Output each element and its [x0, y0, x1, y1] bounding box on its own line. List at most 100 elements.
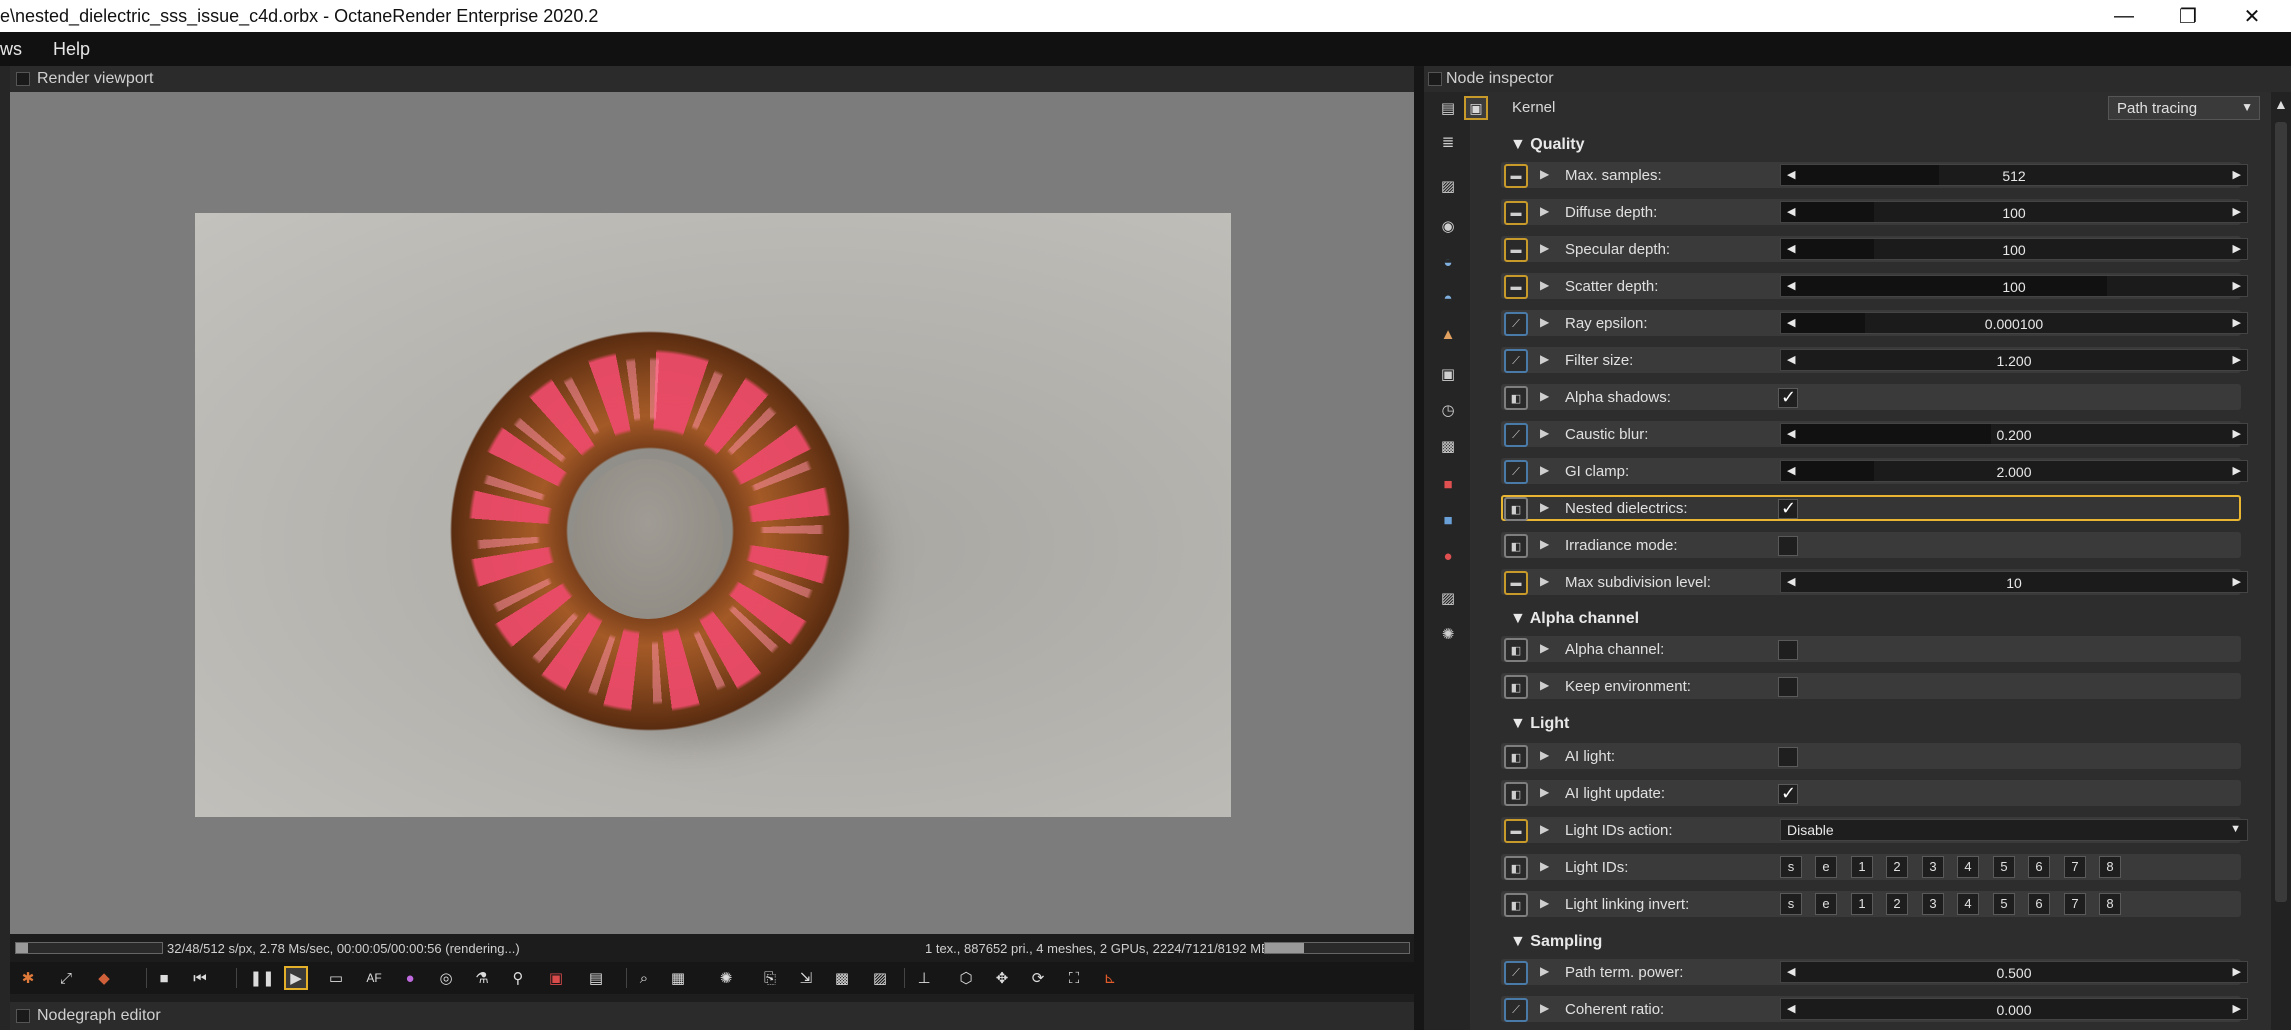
- copy-icon[interactable]: ⎘: [758, 966, 782, 990]
- link-5-button[interactable]: 5: [1993, 893, 2015, 915]
- af-icon[interactable]: AF: [362, 966, 386, 990]
- light-id-s-button[interactable]: s: [1780, 856, 1802, 878]
- float-param-icon[interactable]: ⟋: [1504, 998, 1528, 1022]
- imager-icon[interactable]: ◓: [1438, 288, 1458, 308]
- section-quality[interactable]: ▼ Quality: [1510, 136, 1585, 154]
- minimize-button[interactable]: —: [2092, 0, 2156, 32]
- region-icon[interactable]: ▣: [544, 966, 568, 990]
- cube-icon[interactable]: ⬡: [954, 966, 978, 990]
- stop-icon[interactable]: ■: [152, 966, 176, 990]
- cube-color-icon[interactable]: ◆: [92, 966, 116, 990]
- restore-button[interactable]: ❐: [2156, 0, 2220, 32]
- max-samples-slider[interactable]: ◀ 512 ▶: [1780, 164, 2248, 186]
- float-param-icon[interactable]: ⟋: [1504, 423, 1528, 447]
- scroll-up-icon[interactable]: ▲: [2274, 96, 2288, 112]
- nested-dielectrics-checkbox[interactable]: ✓: [1778, 498, 1798, 519]
- close-button[interactable]: ✕: [2220, 0, 2284, 32]
- light-icon[interactable]: ✺: [714, 966, 738, 990]
- light-id-2-button[interactable]: 2: [1886, 856, 1908, 878]
- zoom-region-icon[interactable]: ⌕: [632, 966, 656, 990]
- expand-icon[interactable]: ▶: [1540, 964, 1549, 978]
- kernel-type-select[interactable]: Path tracing ▼: [2108, 96, 2260, 120]
- display-icon[interactable]: ▭: [324, 966, 348, 990]
- pin-icon[interactable]: ⊥: [912, 966, 936, 990]
- expand-icon[interactable]: ▶: [1540, 1001, 1549, 1015]
- play-icon[interactable]: ▶: [284, 966, 308, 990]
- expand-icon[interactable]: ▶: [1540, 678, 1549, 692]
- max-subdivision-slider[interactable]: ◀ 10 ▶: [1780, 571, 2248, 593]
- light-id-6-button[interactable]: 6: [2028, 856, 2050, 878]
- expand-icon[interactable]: ▶: [1540, 426, 1549, 440]
- film-region-icon[interactable]: ▦: [666, 966, 690, 990]
- pause-icon[interactable]: ❚❚: [249, 966, 274, 990]
- inspector-scrollbar[interactable]: ▲: [2271, 92, 2291, 1030]
- irradiance-mode-checkbox[interactable]: ✓: [1778, 536, 1798, 556]
- object-picker-icon[interactable]: ⚲: [506, 966, 530, 990]
- material-icon[interactable]: ●: [1438, 546, 1458, 566]
- float-param-icon[interactable]: ⟋: [1504, 312, 1528, 336]
- nodegraph-float-toggle[interactable]: [16, 1009, 30, 1023]
- filter-size-slider[interactable]: ◀ 1.200 ▶: [1780, 349, 2248, 371]
- link-7-button[interactable]: 7: [2064, 893, 2086, 915]
- alpha-channel-checkbox[interactable]: ✓: [1778, 640, 1798, 660]
- expand-icon[interactable]: ▶: [1540, 241, 1549, 255]
- light-id-5-button[interactable]: 5: [1993, 856, 2015, 878]
- section-sampling[interactable]: ▼ Sampling: [1510, 933, 1602, 951]
- kernel-icon[interactable]: ▣: [1438, 364, 1458, 384]
- expand-icon[interactable]: ▶: [1540, 389, 1549, 403]
- ai-light-update-checkbox[interactable]: ✓: [1778, 783, 1798, 804]
- expand-icon[interactable]: ▶: [1540, 463, 1549, 477]
- menu-help[interactable]: Help: [53, 39, 90, 60]
- save-icon[interactable]: ▩: [830, 966, 854, 990]
- light-source-icon[interactable]: ✺: [1438, 624, 1458, 644]
- bitmask-param-icon[interactable]: ◧: [1504, 893, 1528, 917]
- color-picker-icon[interactable]: ●: [398, 966, 422, 990]
- specular-depth-slider[interactable]: ◀ 100 ▶: [1780, 238, 2248, 260]
- coherent-ratio-slider[interactable]: ◀ 0.000 ▶: [1780, 998, 2248, 1020]
- expand-icon[interactable]: ▶: [1540, 204, 1549, 218]
- expand-icon[interactable]: ▶: [1540, 859, 1549, 873]
- int-param-icon[interactable]: ▬: [1504, 571, 1528, 595]
- bool-param-icon[interactable]: ◧: [1504, 745, 1528, 769]
- expand-icon[interactable]: ▶: [1540, 896, 1549, 910]
- light-id-1-button[interactable]: 1: [1851, 856, 1873, 878]
- geometry-icon[interactable]: ■: [1438, 474, 1458, 494]
- focus-icon[interactable]: ◎: [434, 966, 458, 990]
- gi-clamp-slider[interactable]: ◀ 2.000 ▶: [1780, 460, 2248, 482]
- recenter-icon[interactable]: ⤢: [54, 966, 78, 990]
- link-4-button[interactable]: 4: [1957, 893, 1979, 915]
- section-alpha-channel[interactable]: ▼ Alpha channel: [1510, 610, 1639, 628]
- scatter-depth-slider[interactable]: ◀ 100 ▶: [1780, 275, 2248, 297]
- expand-icon[interactable]: ▶: [1540, 574, 1549, 588]
- ai-light-checkbox[interactable]: ✓: [1778, 747, 1798, 767]
- axis-icon[interactable]: ⊾: [1098, 966, 1122, 990]
- int-param-icon[interactable]: ▬: [1504, 238, 1528, 262]
- expand-icon[interactable]: ▶: [1540, 500, 1549, 514]
- texture-icon[interactable]: ▨: [1438, 588, 1458, 608]
- bitmask-param-icon[interactable]: ◧: [1504, 856, 1528, 880]
- render-viewport-float-toggle[interactable]: [16, 72, 30, 86]
- bool-param-icon[interactable]: ◧: [1504, 782, 1528, 806]
- node-inspector-float-toggle[interactable]: [1428, 72, 1442, 86]
- animation-icon[interactable]: ◷: [1438, 400, 1458, 420]
- expand-icon[interactable]: ▶: [1540, 315, 1549, 329]
- scrollbar-thumb[interactable]: [2275, 122, 2287, 902]
- link-1-button[interactable]: 1: [1851, 893, 1873, 915]
- float-param-icon[interactable]: ⟋: [1504, 460, 1528, 484]
- link-2-button[interactable]: 2: [1886, 893, 1908, 915]
- node-tree-icon[interactable]: ▤: [1438, 98, 1458, 118]
- section-light[interactable]: ▼ Light: [1510, 715, 1569, 733]
- bool-param-icon[interactable]: ◧: [1504, 534, 1528, 558]
- camera-icon[interactable]: ▤: [584, 966, 608, 990]
- caustic-blur-slider[interactable]: ◀ 0.200 ▶: [1780, 423, 2248, 445]
- rendered-image[interactable]: [195, 213, 1231, 817]
- camera-node-icon[interactable]: ◉: [1438, 216, 1458, 236]
- rotate-icon[interactable]: ⟳: [1026, 966, 1050, 990]
- panel-splitter[interactable]: [1414, 66, 1424, 1030]
- restart-icon[interactable]: ⏮: [188, 966, 212, 990]
- mesh-icon[interactable]: ■: [1438, 510, 1458, 530]
- expand-icon[interactable]: ▶: [1540, 822, 1549, 836]
- postprocess-icon[interactable]: ▲: [1438, 324, 1458, 344]
- enum-param-icon[interactable]: ▬: [1504, 819, 1528, 843]
- menu-windows[interactable]: ws: [0, 39, 22, 60]
